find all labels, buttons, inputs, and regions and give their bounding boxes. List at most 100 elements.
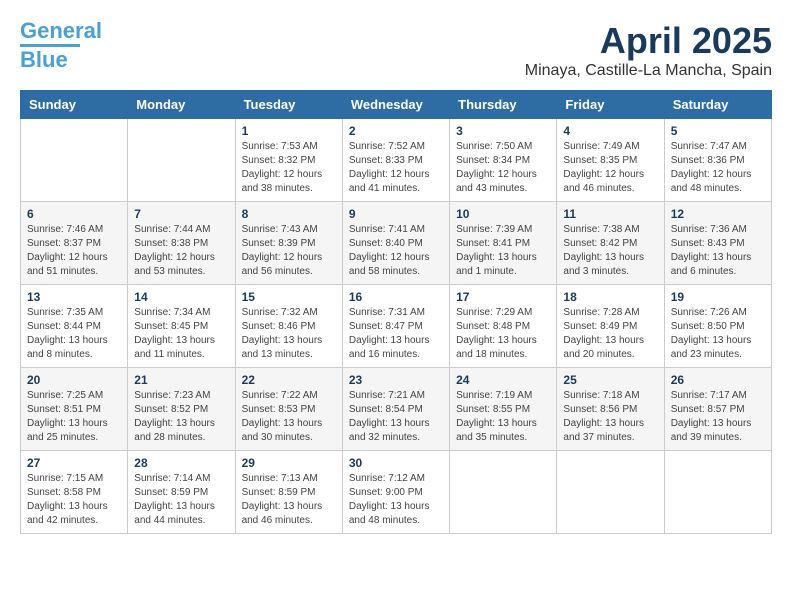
- day-detail: Sunrise: 7:26 AM Sunset: 8:50 PM Dayligh…: [671, 306, 765, 362]
- day-number: 10: [456, 207, 550, 221]
- day-of-week-header: Monday: [128, 91, 235, 119]
- day-number: 5: [671, 124, 765, 138]
- day-detail: Sunrise: 7:15 AM Sunset: 8:58 PM Dayligh…: [27, 472, 121, 528]
- calendar-cell: 3Sunrise: 7:50 AM Sunset: 8:34 PM Daylig…: [450, 119, 557, 202]
- day-number: 28: [134, 456, 228, 470]
- day-number: 21: [134, 373, 228, 387]
- day-detail: Sunrise: 7:14 AM Sunset: 8:59 PM Dayligh…: [134, 472, 228, 528]
- calendar-cell: 8 Sunrise: 7:43 AM Sunset: 8:39 PM Daylig…: [235, 202, 342, 285]
- day-number: 15: [242, 290, 336, 304]
- day-number: 23: [349, 373, 443, 387]
- calendar-cell: 7Sunrise: 7:44 AM Sunset: 8:38 PM Daylig…: [128, 202, 235, 285]
- calendar-cell: 13 Sunrise: 7:35 AM Sunset: 8:44 PM Dayli…: [21, 285, 128, 368]
- day-of-week-header: Tuesday: [235, 91, 342, 119]
- day-detail: Sunrise: 7:22 AM Sunset: 8:53 PM Dayligh…: [242, 389, 336, 445]
- day-detail: Sunrise: 7:21 AM Sunset: 8:54 PM Dayligh…: [349, 389, 443, 445]
- day-number: 2: [349, 124, 443, 138]
- day-detail: Sunrise: 7:46 AM Sunset: 8:37 PM Dayligh…: [27, 223, 121, 279]
- logo: General Blue: [20, 20, 102, 73]
- day-number: 1: [242, 124, 336, 138]
- calendar-week-row: 1 Sunrise: 7:53 AM Sunset: 8:32 PM Daylig…: [21, 119, 772, 202]
- calendar-cell: 14 Sunrise: 7:34 AM Sunset: 8:45 PM Dayli…: [128, 285, 235, 368]
- month-title: April 2025: [525, 20, 772, 62]
- day-detail: Sunrise: 7:17 AM Sunset: 8:57 PM Dayligh…: [671, 389, 765, 445]
- calendar-cell: 25 Sunrise: 7:18 AM Sunset: 8:56 PM Dayli…: [557, 368, 664, 451]
- calendar-table: SundayMondayTuesdayWednesdayThursdayFrid…: [20, 90, 772, 534]
- location-title: Minaya, Castille-La Mancha, Spain: [525, 62, 772, 80]
- day-number: 19: [671, 290, 765, 304]
- calendar-cell: 23 Sunrise: 7:21 AM Sunset: 8:54 PM Dayli…: [342, 368, 449, 451]
- calendar-cell: 20 Sunrise: 7:25 AM Sunset: 8:51 PM Dayli…: [21, 368, 128, 451]
- day-detail: Sunrise: 7:18 AM Sunset: 8:56 PM Dayligh…: [563, 389, 657, 445]
- day-number: 26: [671, 373, 765, 387]
- calendar-cell: 2 Sunrise: 7:52 AM Sunset: 8:33 PM Daylig…: [342, 119, 449, 202]
- day-number: 14: [134, 290, 228, 304]
- day-detail: Sunrise: 7:38 AM Sunset: 8:42 PM Dayligh…: [563, 223, 657, 279]
- calendar-week-row: 13 Sunrise: 7:35 AM Sunset: 8:44 PM Dayli…: [21, 285, 772, 368]
- calendar-cell: 19 Sunrise: 7:26 AM Sunset: 8:50 PM Dayli…: [664, 285, 771, 368]
- calendar-cell: 22 Sunrise: 7:22 AM Sunset: 8:53 PM Dayli…: [235, 368, 342, 451]
- day-detail: Sunrise: 7:31 AM Sunset: 8:47 PM Dayligh…: [349, 306, 443, 362]
- day-number: 8: [242, 207, 336, 221]
- day-detail: Sunrise: 7:13 AM Sunset: 8:59 PM Dayligh…: [242, 472, 336, 528]
- day-of-week-header: Sunday: [21, 91, 128, 119]
- logo-general: General: [20, 18, 102, 43]
- calendar-cell: 29 Sunrise: 7:13 AM Sunset: 8:59 PM Dayli…: [235, 451, 342, 534]
- day-detail: Sunrise: 7:52 AM Sunset: 8:33 PM Dayligh…: [349, 140, 443, 196]
- day-number: 29: [242, 456, 336, 470]
- day-number: 3: [456, 124, 550, 138]
- calendar-cell: 15 Sunrise: 7:32 AM Sunset: 8:46 PM Dayli…: [235, 285, 342, 368]
- calendar-cell: 5 Sunrise: 7:47 AM Sunset: 8:36 PM Daylig…: [664, 119, 771, 202]
- page-header: General Blue April 2025 Minaya, Castille…: [20, 20, 772, 80]
- calendar-cell: 11 Sunrise: 7:38 AM Sunset: 8:42 PM Dayli…: [557, 202, 664, 285]
- calendar-cell: 26 Sunrise: 7:17 AM Sunset: 8:57 PM Dayli…: [664, 368, 771, 451]
- day-number: 24: [456, 373, 550, 387]
- calendar-cell: 24Sunrise: 7:19 AM Sunset: 8:55 PM Dayli…: [450, 368, 557, 451]
- day-number: 20: [27, 373, 121, 387]
- calendar-cell: [21, 119, 128, 202]
- calendar-cell: 17Sunrise: 7:29 AM Sunset: 8:48 PM Dayli…: [450, 285, 557, 368]
- calendar-cell: 30 Sunrise: 7:12 AM Sunset: 9:00 PM Dayli…: [342, 451, 449, 534]
- day-detail: Sunrise: 7:47 AM Sunset: 8:36 PM Dayligh…: [671, 140, 765, 196]
- day-number: 22: [242, 373, 336, 387]
- calendar-cell: [557, 451, 664, 534]
- day-detail: Sunrise: 7:34 AM Sunset: 8:45 PM Dayligh…: [134, 306, 228, 362]
- day-detail: Sunrise: 7:35 AM Sunset: 8:44 PM Dayligh…: [27, 306, 121, 362]
- day-number: 12: [671, 207, 765, 221]
- day-detail: Sunrise: 7:49 AM Sunset: 8:35 PM Dayligh…: [563, 140, 657, 196]
- day-detail: Sunrise: 7:36 AM Sunset: 8:43 PM Dayligh…: [671, 223, 765, 279]
- day-number: 9: [349, 207, 443, 221]
- day-number: 4: [563, 124, 657, 138]
- calendar-cell: 16Sunrise: 7:31 AM Sunset: 8:47 PM Dayli…: [342, 285, 449, 368]
- day-detail: Sunrise: 7:28 AM Sunset: 8:49 PM Dayligh…: [563, 306, 657, 362]
- logo-blue: Blue: [20, 47, 68, 73]
- day-detail: Sunrise: 7:29 AM Sunset: 8:48 PM Dayligh…: [456, 306, 550, 362]
- day-detail: Sunrise: 7:12 AM Sunset: 9:00 PM Dayligh…: [349, 472, 443, 528]
- day-number: 27: [27, 456, 121, 470]
- calendar-cell: 28 Sunrise: 7:14 AM Sunset: 8:59 PM Dayli…: [128, 451, 235, 534]
- day-number: 11: [563, 207, 657, 221]
- day-detail: Sunrise: 7:23 AM Sunset: 8:52 PM Dayligh…: [134, 389, 228, 445]
- calendar-week-row: 20 Sunrise: 7:25 AM Sunset: 8:51 PM Dayli…: [21, 368, 772, 451]
- day-number: 7: [134, 207, 228, 221]
- day-number: 18: [563, 290, 657, 304]
- day-detail: Sunrise: 7:32 AM Sunset: 8:46 PM Dayligh…: [242, 306, 336, 362]
- day-detail: Sunrise: 7:53 AM Sunset: 8:32 PM Dayligh…: [242, 140, 336, 196]
- day-number: 25: [563, 373, 657, 387]
- day-number: 30: [349, 456, 443, 470]
- calendar-cell: 10Sunrise: 7:39 AM Sunset: 8:41 PM Dayli…: [450, 202, 557, 285]
- calendar-cell: [128, 119, 235, 202]
- day-number: 13: [27, 290, 121, 304]
- day-number: 6: [27, 207, 121, 221]
- day-detail: Sunrise: 7:41 AM Sunset: 8:40 PM Dayligh…: [349, 223, 443, 279]
- calendar-cell: [450, 451, 557, 534]
- day-detail: Sunrise: 7:43 AM Sunset: 8:39 PM Dayligh…: [242, 223, 336, 279]
- title-area: April 2025 Minaya, Castille-La Mancha, S…: [525, 20, 772, 80]
- calendar-header-row: SundayMondayTuesdayWednesdayThursdayFrid…: [21, 91, 772, 119]
- calendar-cell: 6 Sunrise: 7:46 AM Sunset: 8:37 PM Daylig…: [21, 202, 128, 285]
- calendar-cell: 18 Sunrise: 7:28 AM Sunset: 8:49 PM Dayli…: [557, 285, 664, 368]
- calendar-body: 1 Sunrise: 7:53 AM Sunset: 8:32 PM Daylig…: [21, 119, 772, 534]
- day-detail: Sunrise: 7:25 AM Sunset: 8:51 PM Dayligh…: [27, 389, 121, 445]
- calendar-cell: 12 Sunrise: 7:36 AM Sunset: 8:43 PM Dayli…: [664, 202, 771, 285]
- calendar-cell: 21 Sunrise: 7:23 AM Sunset: 8:52 PM Dayli…: [128, 368, 235, 451]
